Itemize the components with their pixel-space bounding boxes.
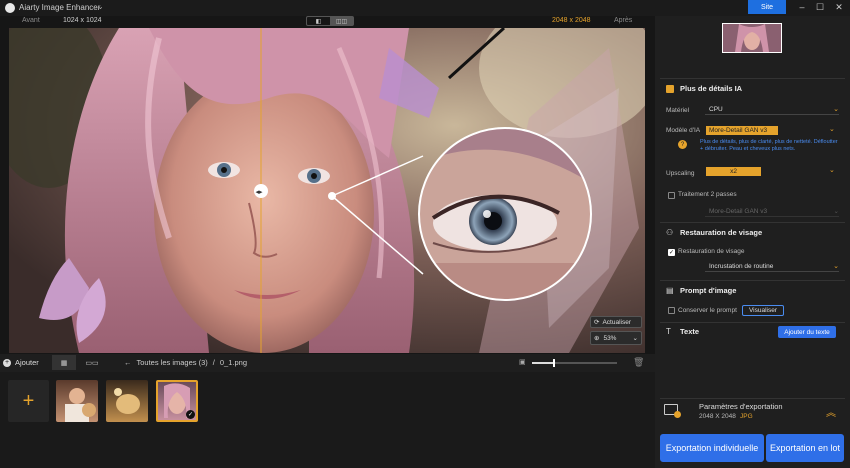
face-restoration-label: Restauration de visage	[678, 248, 745, 255]
section-ai-details: Plus de détails IA	[680, 84, 743, 93]
visualize-button[interactable]: Visualiser	[742, 305, 784, 316]
zoom-dropdown[interactable]: ⊕ 53% ⌄	[590, 331, 642, 345]
two-pass-label: Traitement 2 passes	[678, 191, 737, 198]
face-restoration-checkbox[interactable]: ✓	[668, 249, 675, 256]
thumbnail-1[interactable]	[56, 380, 98, 422]
face-mode-value: Incrustation de routine	[709, 262, 774, 270]
minimize-icon[interactable]: –	[792, 0, 812, 14]
single-view-icon[interactable]: ◧	[307, 17, 330, 25]
thumbnail-size-slider[interactable]: ▣	[519, 358, 619, 368]
plus-icon: +	[3, 358, 11, 367]
split-view-icon[interactable]: ◫◫	[330, 17, 353, 25]
thumbnail-strip	[0, 372, 655, 468]
thumbnail-2[interactable]	[106, 380, 148, 422]
export-single-button[interactable]: Exportation individuelle	[660, 434, 764, 462]
thumbnail-image	[114, 388, 140, 414]
face-icon: ⚇	[666, 228, 674, 237]
document-icon: ▤	[666, 286, 674, 295]
refresh-label: Actualiser	[602, 318, 631, 326]
add-label: Ajouter	[15, 358, 39, 367]
add-image-tile[interactable]: +	[8, 380, 49, 422]
hardware-label: Matériel	[666, 107, 690, 114]
divider	[660, 280, 845, 281]
breadcrumb: ← Toutes les images (3) / 0_1.png	[124, 358, 247, 367]
after-size: 2048 x 2048	[552, 17, 591, 24]
app-window: Aiarty Image Enhancer ⌄ Site – ☐ ✕ Avant…	[0, 0, 850, 468]
after-label: Après	[614, 17, 633, 24]
chevron-down-icon: ⌄	[833, 208, 839, 215]
add-image-button[interactable]: + Ajouter	[3, 358, 39, 367]
image-canvas[interactable]: ◂▸	[9, 28, 645, 353]
checkmark-icon: ✓	[186, 410, 195, 419]
face-mode-select[interactable]: Incrustation de routine ⌄	[705, 261, 839, 272]
section-face-restoration: Restauration de visage	[680, 228, 763, 237]
refresh-icon: ⟳	[594, 319, 600, 326]
upscaling-value[interactable]: x2	[706, 167, 761, 176]
two-pass-checkbox[interactable]	[668, 192, 675, 199]
section-text: Texte	[680, 327, 700, 336]
export-settings[interactable]: Paramètres d'exportation 2048 X 2048 JPG…	[660, 398, 845, 426]
refresh-button[interactable]: ⟳ Actualiser	[590, 316, 642, 328]
chevron-down-icon: ⌄	[632, 335, 638, 342]
breadcrumb-file: 0_1.png	[219, 358, 247, 367]
export-settings-title: Paramètres d'exportation	[699, 402, 783, 411]
chevron-down-icon: ⌄	[833, 263, 839, 270]
hardware-value: CPU	[709, 105, 723, 113]
zoom-value: 53%	[603, 334, 617, 342]
slider-handle[interactable]	[553, 359, 555, 367]
model-value[interactable]: More-Detail GAN v3	[706, 126, 778, 135]
chevron-up-icon[interactable]: ︽	[826, 404, 836, 419]
before-size: 1024 x 1024	[63, 17, 102, 24]
back-arrow-icon[interactable]: ←	[124, 358, 132, 367]
upscaling-label: Upscaling	[666, 170, 695, 177]
chevron-down-icon: ⌄	[833, 106, 839, 113]
hardware-select[interactable]: CPU ⌄	[705, 104, 839, 115]
export-format: JPG	[740, 413, 753, 420]
chevron-down-icon[interactable]: ⌄	[97, 2, 104, 11]
add-text-button[interactable]: Ajouter du texte	[778, 326, 836, 338]
text-icon: T	[666, 327, 671, 336]
title-bar	[0, 0, 850, 16]
svg-text:◂▸: ◂▸	[256, 188, 264, 196]
divider	[660, 78, 845, 79]
close-icon[interactable]: ✕	[829, 0, 849, 14]
export-size: 2048 X 2048	[699, 413, 736, 420]
divider	[660, 322, 845, 323]
trash-icon[interactable]: 🗑	[633, 357, 644, 368]
thumbnail-image	[65, 388, 96, 422]
split-view-toggle[interactable]: ◧ ◫◫	[306, 16, 354, 26]
thumbnail-3-selected[interactable]: ✓	[156, 380, 198, 422]
help-icon[interactable]: ?	[678, 140, 687, 149]
list-icon[interactable]: ▭▭	[80, 355, 104, 370]
keep-prompt-checkbox[interactable]	[668, 307, 675, 314]
export-batch-button[interactable]: Exportation en lot	[766, 434, 844, 462]
portrait-image: ◂▸	[9, 28, 645, 353]
maximize-icon[interactable]: ☐	[810, 0, 830, 14]
app-title: Aiarty Image Enhancer	[19, 3, 101, 12]
ai-details-icon	[666, 85, 674, 93]
breadcrumb-separator: /	[212, 358, 215, 367]
zoom-icon: ⊕	[594, 335, 600, 342]
slider-fill	[532, 362, 554, 364]
navigator-preview[interactable]	[722, 23, 782, 53]
site-button[interactable]: Site	[748, 0, 786, 14]
before-label: Avant	[22, 17, 40, 24]
preview-image	[723, 24, 781, 52]
divider	[660, 222, 845, 223]
model-description: Plus de détails, plus de clarté, plus de…	[700, 139, 838, 152]
image-icon: ▣	[519, 359, 526, 366]
grid-icon[interactable]: ▦	[52, 355, 76, 370]
breadcrumb-root[interactable]: Toutes les images (3)	[137, 358, 208, 367]
gear-icon	[674, 411, 681, 418]
logo-icon	[5, 3, 15, 13]
two-pass-model-value: More-Detail GAN v3	[709, 207, 768, 215]
chevron-down-icon[interactable]: ⌄	[829, 166, 835, 174]
chevron-down-icon[interactable]: ⌄	[829, 125, 835, 133]
keep-prompt-label: Conserver le prompt	[678, 307, 737, 314]
model-label: Modèle d'IA	[666, 127, 701, 134]
two-pass-model-select[interactable]: More-Detail GAN v3 ⌄	[705, 206, 839, 217]
section-prompt: Prompt d'image	[680, 286, 737, 295]
